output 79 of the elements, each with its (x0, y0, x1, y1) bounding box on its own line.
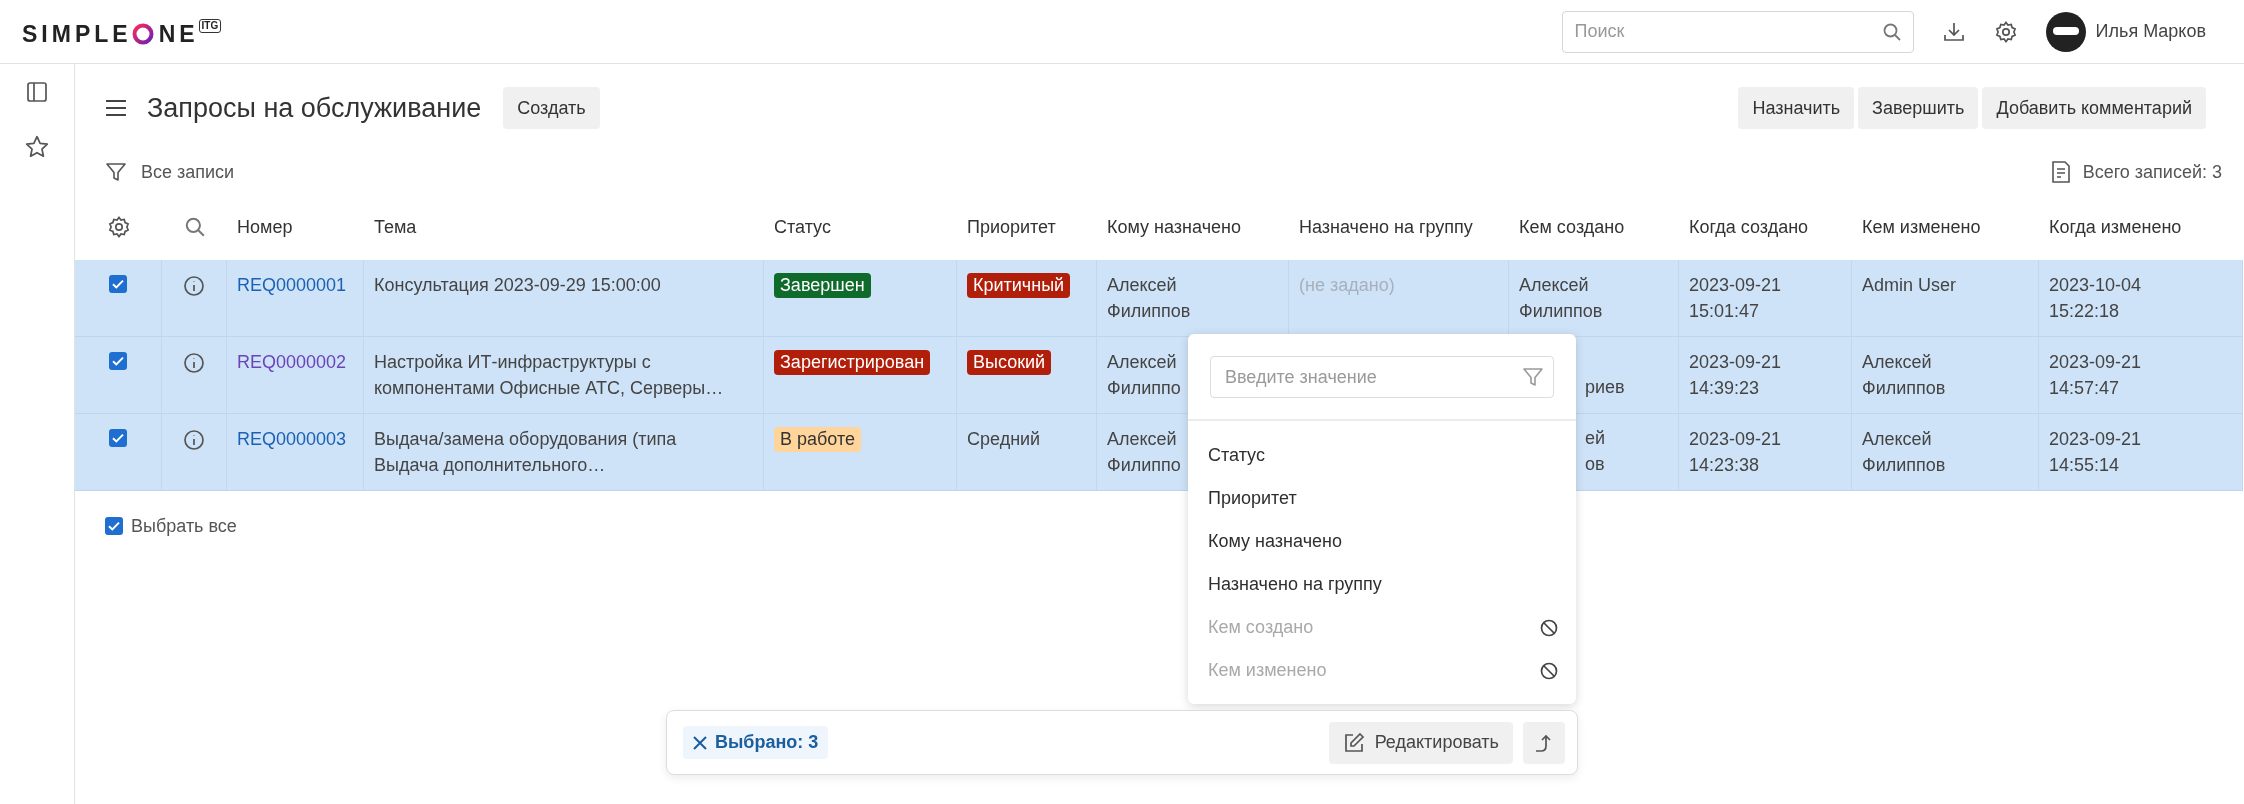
table-cell: Admin User (1862, 275, 1957, 295)
table-cell: Алексей Филиппо (1107, 352, 1181, 398)
checkbox[interactable] (109, 429, 127, 447)
column-header[interactable]: Кем изменено (1862, 216, 1981, 238)
ban-icon (1540, 661, 1558, 680)
user-name[interactable]: Илья Марков (2095, 21, 2206, 42)
checkbox[interactable] (109, 275, 127, 293)
column-header[interactable]: Кем создано (1519, 216, 1625, 238)
column-header[interactable]: Когда создано (1689, 216, 1809, 238)
column-header[interactable]: Приоритет (967, 216, 1056, 238)
select-all-label[interactable]: Выбрать все (131, 515, 237, 537)
table-cell: 2023-10-04 15:22:18 (2049, 275, 2142, 321)
menu-item[interactable]: Назначено на группу (1208, 574, 1382, 595)
filter-field[interactable]: Введите значение (1210, 356, 1554, 398)
column-header[interactable]: Назначено на группу (1299, 216, 1473, 238)
table-cell: 2023-09-21 14:23:38 (1689, 429, 1782, 475)
table-cell: 2023-09-21 14:39:23 (1689, 352, 1782, 398)
info-icon[interactable] (183, 429, 205, 451)
info-icon[interactable] (183, 352, 205, 374)
avatar-icon[interactable] (2045, 11, 2086, 52)
search-field[interactable]: Поиск (1561, 10, 1914, 53)
document-icon (2050, 160, 2071, 184)
edit-button[interactable]: Редактировать (1328, 721, 1513, 764)
action-button[interactable]: Назначить (1738, 87, 1855, 129)
search-icon[interactable] (1881, 21, 1902, 42)
table-cell: (не задано) (1299, 275, 1395, 295)
menu-item[interactable]: Приоритет (1208, 488, 1297, 509)
search-icon[interactable] (183, 216, 206, 238)
record-link[interactable]: REQ0000003 (237, 429, 347, 449)
table-cell: Алексей Филиппов (1107, 275, 1191, 321)
table-cell: Алексей Филиппов (1519, 275, 1603, 321)
star-icon[interactable] (24, 134, 50, 160)
sidebar-toggle-icon[interactable] (25, 80, 49, 104)
filter-icon (1522, 366, 1544, 388)
table-cell: Выдача/замена оборудования (типа Выдача дополнительного… (374, 429, 677, 475)
settings-icon[interactable] (1993, 19, 2018, 44)
menu-item[interactable]: Кому назначено (1208, 531, 1342, 552)
table-cell: 2023-09-21 14:55:14 (2049, 429, 2142, 475)
table-cell: 2023-09-21 15:01:47 (1689, 275, 1782, 321)
info-icon[interactable] (183, 275, 205, 297)
column-header[interactable]: Когда изменено (2049, 216, 2182, 238)
status-badge: Высокий (967, 350, 1052, 375)
column-header[interactable]: Кому назначено (1107, 216, 1241, 238)
table-cell-text: ей ов (1585, 427, 1606, 476)
checkbox[interactable] (109, 352, 127, 370)
table-cell: Алексей Филиппов (1862, 352, 1946, 398)
table-cell: Алексей Филиппов (1862, 429, 1946, 475)
menu-item[interactable]: Статус (1208, 445, 1265, 466)
table-cell: Консультация 2023-09-29 15:00:00 (374, 275, 661, 295)
column-header[interactable]: Тема (374, 216, 417, 238)
close-icon (693, 735, 707, 750)
table-cell: Настройка ИТ-инфраструктуры с компонентами Офисные АТС, Серверы… (374, 352, 724, 398)
column-header[interactable]: Статус (774, 216, 831, 238)
status-badge: В работе (774, 427, 861, 452)
table-cell: 2023-09-21 14:57:47 (2049, 352, 2142, 398)
action-button[interactable]: Завершить (1858, 87, 1979, 129)
filter-icon[interactable] (105, 161, 127, 183)
status-badge: Зарегистрирован (774, 350, 931, 375)
status-badge: Завершен (774, 273, 871, 298)
status-badge: Критичный (967, 273, 1071, 298)
move-button[interactable] (1523, 721, 1565, 764)
edit-icon (1342, 731, 1365, 754)
table-cell: Средний (967, 429, 1041, 449)
record-link[interactable]: REQ0000001 (237, 275, 347, 295)
table-cell-text: риев (1585, 376, 1625, 399)
create-button[interactable]: Создать (503, 87, 600, 129)
column-header[interactable]: Номер (237, 216, 293, 238)
action-button[interactable]: Добавить комментарий (1982, 87, 2206, 129)
table-row[interactable]: REQ0000001 Консультация 2023-09-29 15:00:00 Завершен Критичный Алексей Филиппов (не задано) Алексей Филиппов 2023-09-21 15:01:47 Admin User 2023-10-04 15:22:18 (75, 260, 2243, 337)
page-title: Запросы на обслуживание (147, 92, 482, 124)
record-link[interactable]: REQ0000002 (237, 352, 347, 372)
clear-selection-button[interactable]: Выбрано: 3 (683, 726, 829, 759)
record-count: Всего записей: 3 (2082, 161, 2222, 183)
menu-icon[interactable] (105, 99, 127, 117)
table-cell: Алексей Филиппо (1107, 429, 1181, 475)
filter-label[interactable]: Все записи (141, 161, 235, 183)
checkbox[interactable] (105, 517, 123, 535)
ban-icon (1540, 618, 1558, 637)
settings-icon[interactable] (106, 215, 131, 239)
